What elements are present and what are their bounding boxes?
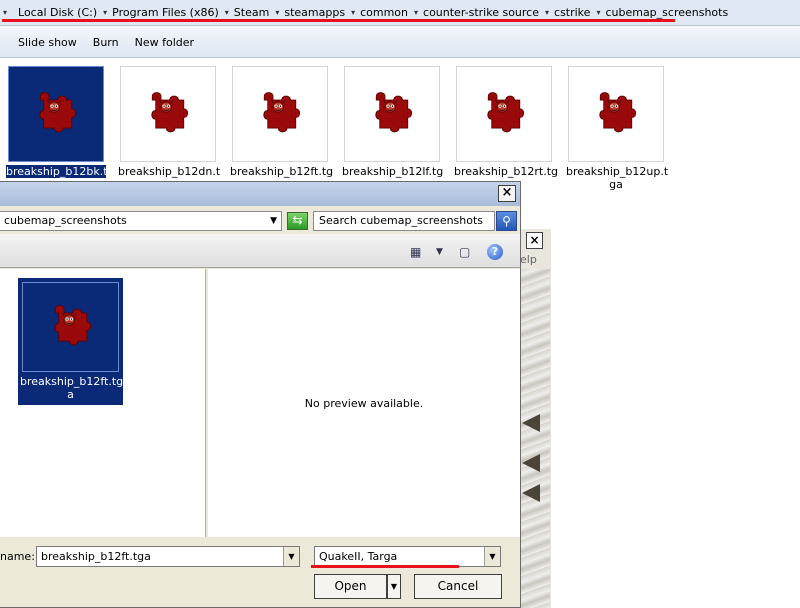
puzzle-icon bbox=[487, 92, 525, 133]
file-name-line2: ga bbox=[609, 178, 623, 191]
puzzle-icon bbox=[53, 305, 91, 346]
chevron-down-icon: ▾ bbox=[596, 8, 601, 17]
file-tile[interactable]: breakship_b12lf.tg bbox=[342, 66, 444, 178]
new-folder-button[interactable]: New folder bbox=[131, 33, 198, 52]
address-bar[interactable]: ▾ Local Disk (C:) ▾ Program Files (x86) ▾… bbox=[0, 0, 800, 26]
puzzle-icon bbox=[39, 92, 77, 133]
chevron-down-icon: ▾ bbox=[545, 8, 550, 17]
preview-message: No preview available. bbox=[304, 397, 424, 410]
preview-pane: No preview available. bbox=[208, 269, 520, 537]
file-thumbnail bbox=[568, 66, 664, 162]
refresh-icon: ⇆ bbox=[292, 213, 303, 227]
puzzle-icon bbox=[375, 92, 413, 133]
open-dropdown-button[interactable]: ▼ bbox=[387, 574, 401, 599]
search-icon: ⚲ bbox=[502, 214, 511, 228]
dialog-title-bar[interactable] bbox=[0, 182, 520, 206]
filename-label: name: bbox=[0, 550, 35, 563]
file-list-pane: breakship_b12ft.tg a bbox=[0, 269, 206, 537]
chevron-down-icon[interactable]: ▼ bbox=[270, 212, 277, 230]
breadcrumb-label: cstrike bbox=[554, 6, 591, 19]
chevron-down-icon: ▾ bbox=[414, 8, 419, 17]
filename-value: breakship_b12ft.tga bbox=[41, 550, 151, 563]
slideshow-button[interactable]: Slide show bbox=[14, 33, 81, 52]
file-name: breakship_b12up.t bbox=[566, 165, 669, 178]
cancel-button[interactable]: Cancel bbox=[414, 574, 502, 599]
puzzle-icon bbox=[263, 92, 301, 133]
background-window: × elp bbox=[517, 229, 551, 608]
spike-decoration bbox=[522, 414, 540, 432]
file-name: breakship_b12rt.tg bbox=[454, 165, 558, 178]
search-button[interactable]: ⚲ bbox=[496, 211, 517, 231]
help-menu-fragment[interactable]: elp bbox=[520, 253, 537, 266]
annotation-underline-filetype bbox=[311, 565, 459, 568]
refresh-button[interactable]: ⇆ bbox=[287, 212, 308, 230]
file-thumbnail bbox=[232, 66, 328, 162]
file-thumbnail bbox=[456, 66, 552, 162]
chevron-down-icon[interactable]: ▼ bbox=[436, 244, 443, 260]
file-name: breakship_b12ft.tg bbox=[230, 165, 334, 178]
file-name: breakship_b12lf.tg bbox=[342, 165, 444, 178]
puzzle-icon bbox=[151, 92, 189, 133]
breadcrumb-label: counter-strike source bbox=[423, 6, 539, 19]
search-input[interactable]: Search cubemap_screenshots bbox=[313, 211, 495, 231]
marble-texture bbox=[520, 269, 550, 608]
open-file-dialog: × cubemap_screenshots ▼ ⇆ Search cubemap… bbox=[0, 181, 521, 608]
folder-path-text: cubemap_screenshots bbox=[4, 214, 127, 227]
burn-button[interactable]: Burn bbox=[89, 33, 123, 52]
help-icon[interactable]: ? bbox=[487, 244, 503, 260]
file-thumbnail bbox=[8, 66, 104, 162]
spike-decoration bbox=[522, 454, 540, 472]
breadcrumb-label: Steam bbox=[233, 6, 270, 19]
filetype-value: QuakeII, Targa bbox=[319, 550, 398, 563]
file-tile[interactable]: breakship_b12up.t ga bbox=[566, 66, 669, 191]
folder-path-combo[interactable]: cubemap_screenshots ▼ bbox=[0, 211, 282, 231]
dialog-view-toolbar: ▦ ▼ ▢ ? bbox=[0, 234, 520, 268]
puzzle-icon bbox=[599, 92, 637, 133]
file-name: breakship_b12dn.t bbox=[118, 165, 221, 178]
filetype-select[interactable]: QuakeII, Targa ▼ bbox=[314, 546, 501, 567]
chevron-down-icon[interactable]: ▼ bbox=[484, 547, 500, 566]
file-tile-selected[interactable]: breakship_b12ft.tg a bbox=[18, 278, 123, 405]
file-thumbnail bbox=[22, 282, 119, 372]
file-tile[interactable]: breakship_b12dn.t bbox=[118, 66, 221, 178]
file-thumbnail bbox=[344, 66, 440, 162]
file-tile[interactable]: breakship_b12bk.tg bbox=[6, 66, 115, 178]
dialog-close-button[interactable]: × bbox=[498, 185, 516, 202]
breadcrumb-label: Local Disk (C:) bbox=[18, 6, 98, 19]
breadcrumb-label: Program Files (x86) bbox=[112, 6, 219, 19]
chevron-down-icon: ▾ bbox=[3, 8, 8, 17]
breadcrumb-label: cubemap_screenshots bbox=[605, 6, 729, 19]
breadcrumb-label: common bbox=[360, 6, 408, 19]
open-button[interactable]: Open bbox=[314, 574, 387, 599]
file-tile[interactable]: breakship_b12rt.tg bbox=[454, 66, 558, 178]
file-name: breakship_b12ft.tg a bbox=[20, 375, 124, 401]
close-button[interactable]: × bbox=[526, 232, 543, 249]
file-thumbnail bbox=[120, 66, 216, 162]
filename-input[interactable]: breakship_b12ft.tga ▼ bbox=[36, 546, 300, 567]
chevron-down-icon: ▾ bbox=[275, 8, 280, 17]
explorer-toolbar: Slide show Burn New folder bbox=[0, 27, 800, 58]
annotation-underline-path bbox=[2, 19, 675, 22]
views-icon[interactable]: ▦ bbox=[410, 244, 421, 260]
preview-pane-icon[interactable]: ▢ bbox=[459, 244, 470, 260]
path-row: cubemap_screenshots ▼ ⇆ Search cubemap_s… bbox=[0, 209, 520, 233]
chevron-down-icon: ▾ bbox=[103, 8, 108, 17]
chevron-down-icon: ▾ bbox=[224, 8, 229, 17]
file-name-line2: a bbox=[67, 388, 74, 401]
file-tile[interactable]: breakship_b12ft.tg bbox=[230, 66, 334, 178]
file-name: breakship_b12bk.tg bbox=[6, 165, 115, 178]
chevron-down-icon[interactable]: ▼ bbox=[283, 547, 299, 566]
spike-decoration bbox=[522, 484, 540, 502]
chevron-down-icon: ▼ bbox=[390, 582, 398, 591]
breadcrumb-label: steamapps bbox=[284, 6, 346, 19]
chevron-down-icon: ▾ bbox=[351, 8, 356, 17]
file-name-line1: breakship_b12ft.tg bbox=[20, 375, 124, 388]
